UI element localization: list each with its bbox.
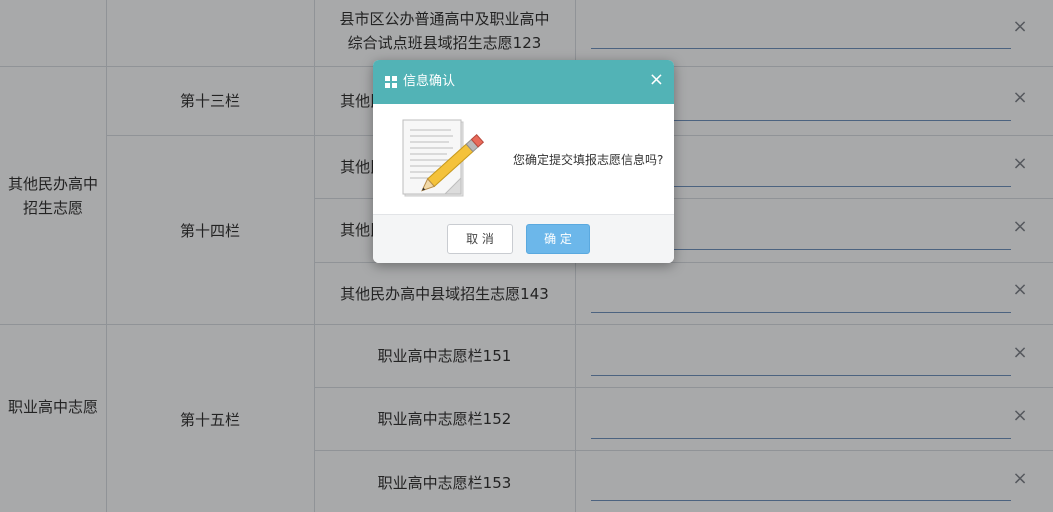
confirm-dialog: 信息确认 × 您确定提交填报志愿信息吗? 取 消 确 定	[373, 60, 674, 263]
cancel-button[interactable]: 取 消	[447, 224, 513, 254]
grid-icon	[385, 76, 397, 88]
dialog-header: 信息确认 ×	[373, 60, 674, 104]
confirm-button[interactable]: 确 定	[526, 224, 590, 254]
dialog-title: 信息确认	[403, 74, 456, 89]
dialog-footer: 取 消 确 定	[373, 214, 674, 263]
document-pencil-icon	[402, 119, 485, 197]
close-icon[interactable]: ×	[649, 70, 664, 90]
dialog-message: 您确定提交填报志愿信息吗?	[513, 153, 664, 167]
dialog-body: 您确定提交填报志愿信息吗?	[373, 104, 674, 214]
